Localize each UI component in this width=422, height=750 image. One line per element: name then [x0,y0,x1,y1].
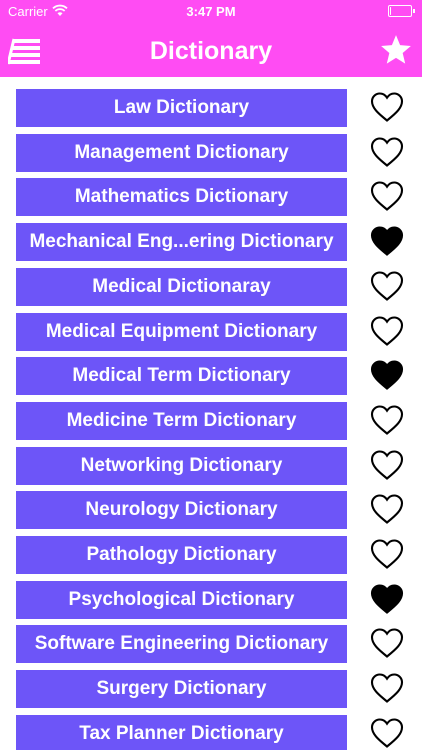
list-item: Networking Dictionary [0,435,422,485]
heart-outline-icon[interactable] [369,178,405,214]
list-item: Medical Term Dictionary [0,345,422,396]
heart-outline-icon[interactable] [369,491,405,527]
heart-outline-icon[interactable] [369,268,405,304]
list-item: Mechanical Eng...ering Dictionary [0,211,422,262]
list-item: Psychological Dictionary [0,569,422,619]
heart-filled-icon[interactable] [369,357,405,393]
status-bar: Carrier 3:47 PM [0,0,422,22]
heart-outline-icon[interactable] [369,536,405,572]
dictionary-list[interactable]: Law Dictionary Management Dictionary Mat… [0,77,422,750]
heart-outline-icon[interactable] [369,134,405,170]
battery-icon [388,5,415,17]
list-item: Software Engineering Dictionary [0,613,422,664]
heart-outline-icon[interactable] [369,402,405,438]
list-item: Neurology Dictionary [0,479,422,530]
list-item: Mathematics Dictionary [0,166,422,217]
dictionary-item-button[interactable]: Tax Planner Dictionary [16,714,347,750]
page-title: Dictionary [149,37,273,65]
heart-filled-icon[interactable] [369,581,405,617]
heart-outline-icon[interactable] [369,447,405,483]
top-bar: Carrier 3:47 PM Dictionary [0,0,422,77]
navigation-bar: Dictionary [0,22,422,77]
heart-outline-icon[interactable] [369,715,405,750]
list-item: Management Dictionary [0,122,422,172]
list-item: Surgery Dictionary [0,658,422,709]
heart-outline-icon[interactable] [369,313,405,349]
heart-filled-icon[interactable] [369,223,405,259]
list-item: Medical Dictionaray [0,256,422,306]
list-item: Tax Planner Dictionary [0,703,422,750]
clock: 3:47 PM [186,4,236,19]
heart-outline-icon[interactable] [369,89,405,125]
list-item: Law Dictionary [0,77,422,127]
list-item: Medicine Term Dictionary [0,390,422,440]
menu-icon[interactable] [6,37,42,65]
heart-outline-icon[interactable] [369,670,405,706]
list-item: Pathology Dictionary [0,524,422,574]
list-item: Medical Equipment Dictionary [0,301,422,351]
heart-outline-icon[interactable] [369,625,405,661]
star-icon[interactable] [379,33,413,67]
